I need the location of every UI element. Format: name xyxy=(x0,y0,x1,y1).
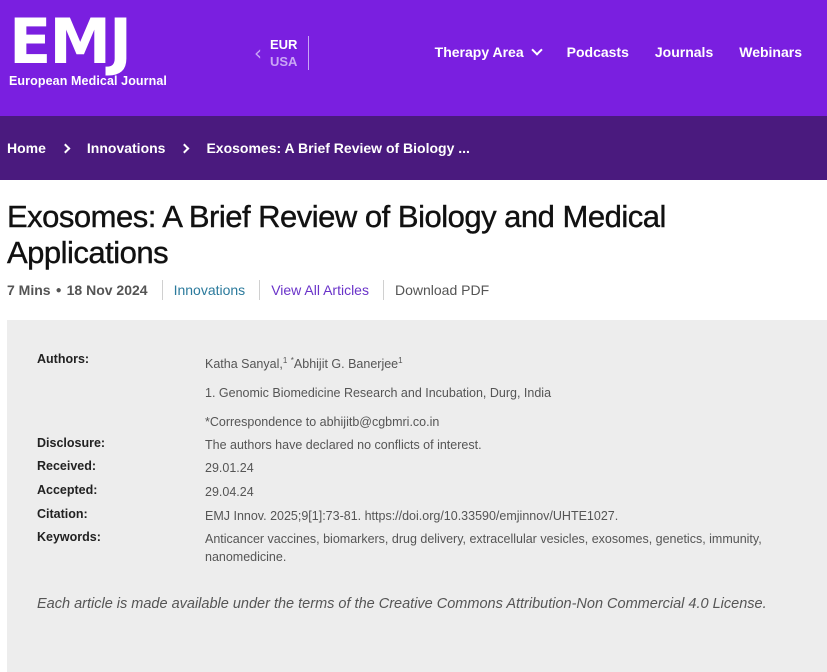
correspondence-row: *Correspondence to abhijitb@cgbmri.co.in xyxy=(37,413,795,431)
meta-divider xyxy=(259,280,261,300)
keywords-value: Anticancer vaccines, biomarkers, drug de… xyxy=(205,532,762,564)
region-switcher[interactable]: ‹ EUR USA xyxy=(254,36,310,70)
accepted-row: Accepted: 29.04.24 xyxy=(37,483,795,501)
breadcrumb-home[interactable]: Home xyxy=(7,140,46,156)
region-codes: EUR USA xyxy=(270,36,310,70)
correspondence[interactable]: *Correspondence to abhijitb@cgbmri.co.in xyxy=(205,413,795,431)
authors-row: Authors: Katha Sanyal,1 *Abhijit G. Bane… xyxy=(37,352,795,373)
received-row: Received: 29.01.24 xyxy=(37,459,795,477)
license-notice: Each article is made available under the… xyxy=(37,596,767,612)
meta-dot: ● xyxy=(55,284,62,296)
meta-divider xyxy=(161,280,163,300)
author-1-sup: 1 xyxy=(282,356,288,365)
author-2-affil-sup: 1 xyxy=(398,356,403,365)
author-1: Katha Sanyal, xyxy=(205,357,283,372)
keywords-row: Keywords: Anticancer vaccines, biomarker… xyxy=(37,530,795,566)
received-label: Received: xyxy=(37,459,97,473)
publish-date: 18 Nov 2024 xyxy=(66,282,148,298)
affiliation-row: 1. Genomic Biomedicine Research and Incu… xyxy=(37,384,795,402)
nav-webinars[interactable]: Webinars xyxy=(739,44,802,60)
affiliation: 1. Genomic Biomedicine Research and Incu… xyxy=(205,386,552,400)
logo-subtitle: European Medical Journal xyxy=(9,74,167,88)
authors-label: Authors: xyxy=(37,352,90,366)
received-value: 29.01.24 xyxy=(205,461,254,475)
region-usa[interactable]: USA xyxy=(270,53,297,70)
authors-value: Katha Sanyal,1 *Abhijit G. Banerjee1 xyxy=(205,352,795,373)
keywords-label: Keywords: xyxy=(37,530,101,544)
read-time: 7 Mins xyxy=(7,282,51,298)
article-details-box: Authors: Katha Sanyal,1 *Abhijit G. Bane… xyxy=(7,320,827,672)
breadcrumb-innovations[interactable]: Innovations xyxy=(87,140,166,156)
emj-logo[interactable]: EMJ European Medical Journal xyxy=(9,5,167,89)
chevron-down-icon xyxy=(530,43,543,56)
category-link[interactable]: Innovations xyxy=(174,282,246,298)
accepted-value: 29.04.24 xyxy=(205,485,254,499)
chevron-right-icon xyxy=(180,143,190,153)
download-pdf-link[interactable]: Download PDF xyxy=(395,282,489,298)
author-2: Abhijit G. Banerjee xyxy=(293,357,399,372)
accepted-label: Accepted: xyxy=(37,483,98,497)
region-eur[interactable]: EUR xyxy=(270,36,297,53)
breadcrumb: Home Innovations Exosomes: A Brief Revie… xyxy=(0,116,827,180)
meta-divider xyxy=(382,280,384,300)
citation-row: Citation: EMJ Innov. 2025;9[1]:73-81. ht… xyxy=(37,507,795,525)
disclosure-value: The authors have declared no conflicts o… xyxy=(205,438,482,452)
chevron-right-icon xyxy=(60,143,71,153)
disclosure-label: Disclosure: xyxy=(37,436,106,450)
citation-label: Citation: xyxy=(37,507,88,521)
chevron-left-icon[interactable]: ‹ xyxy=(254,43,262,63)
logo-mark: EMJ xyxy=(9,5,132,78)
article-title: Exosomes: A Brief Review of Biology and … xyxy=(7,199,667,270)
nav-therapy-area-label: Therapy Area xyxy=(434,44,524,60)
main-nav: Therapy Area Podcasts Journals Webinars xyxy=(434,43,827,60)
nav-therapy-area[interactable]: Therapy Area xyxy=(434,43,543,60)
article-meta: 7 Mins ● 18 Nov 2024 Innovations View Al… xyxy=(7,279,489,301)
citation-value[interactable]: EMJ Innov. 2025;9[1]:73-81. https://doi.… xyxy=(205,507,795,525)
breadcrumb-current: Exosomes: A Brief Review of Biology ... xyxy=(206,140,470,156)
disclosure-row: Disclosure: The authors have declared no… xyxy=(37,436,795,454)
view-all-articles-link[interactable]: View All Articles xyxy=(271,282,369,298)
site-header: EMJ European Medical Journal ‹ EUR USA T… xyxy=(0,0,827,116)
nav-journals[interactable]: Journals xyxy=(655,44,713,60)
nav-podcasts[interactable]: Podcasts xyxy=(567,44,629,60)
